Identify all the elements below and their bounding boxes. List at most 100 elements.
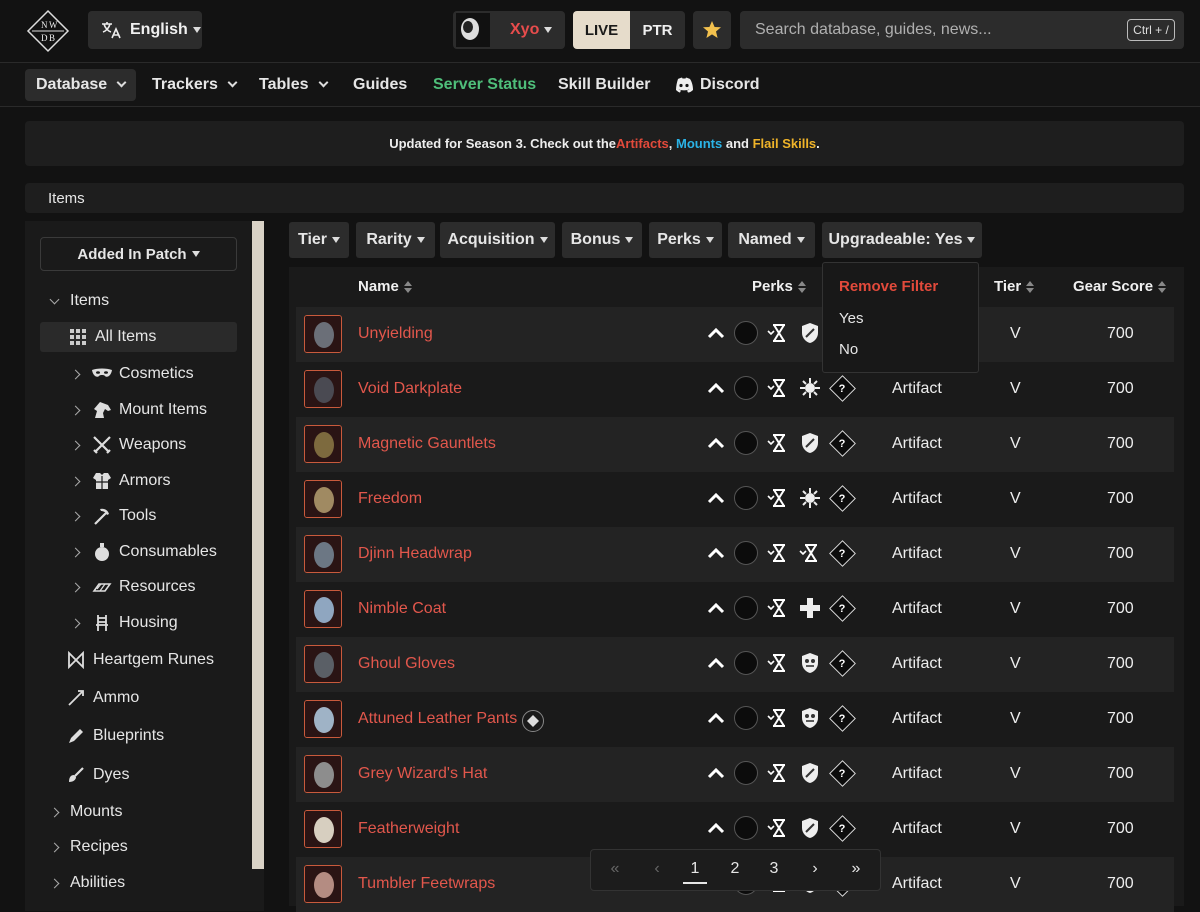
filter-upgradeable[interactable]: Upgradeable: Yes — [822, 222, 982, 258]
item-name-link[interactable]: Grey Wizard's Hat — [358, 765, 487, 783]
yes-option[interactable]: Yes — [839, 310, 863, 327]
item-name-link[interactable]: Djinn Headwrap — [358, 545, 472, 563]
filter-tier[interactable]: Tier — [289, 222, 349, 258]
table-row[interactable]: Void Darkplate? Artifact V 700 — [296, 362, 1174, 417]
remove-filter-option[interactable]: Remove Filter — [839, 278, 938, 295]
unknown-perk-icon[interactable]: ? — [828, 704, 856, 732]
item-name-link[interactable]: Featherweight — [358, 820, 459, 838]
table-row[interactable]: Freedom? Artifact V 700 — [296, 472, 1174, 527]
hour-perk-icon[interactable] — [766, 376, 790, 400]
nav-skill-builder[interactable]: Skill Builder — [558, 69, 650, 101]
item-name-link[interactable]: Void Darkplate — [358, 380, 462, 398]
table-row[interactable]: Ghoul Gloves? Artifact V 700 — [296, 637, 1174, 692]
sidebar-item-ammo[interactable]: Ammo — [65, 683, 139, 713]
sidebar-scrollbar[interactable] — [252, 221, 264, 869]
shield-perk-icon[interactable] — [798, 761, 822, 785]
table-row[interactable]: Grey Wizard's Hat? Artifact V 700 — [296, 747, 1174, 802]
page-3-button[interactable]: 3 — [762, 860, 786, 878]
filter-acquisition[interactable]: Acquisition — [440, 222, 555, 258]
sidebar-item-housing[interactable]: Housing — [70, 608, 178, 638]
filter-rarity[interactable]: Rarity — [356, 222, 435, 258]
hour-perk-icon[interactable] — [766, 431, 790, 455]
sidebar-item-all-items[interactable]: All Items — [67, 322, 156, 352]
hour-perk-icon[interactable] — [766, 706, 790, 730]
language-selector[interactable]: English — [88, 11, 202, 49]
column-gear-score[interactable]: Gear Score — [1073, 278, 1167, 295]
nav-trackers[interactable]: Trackers — [152, 69, 238, 101]
sidebar-item-cosmetics[interactable]: Cosmetics — [70, 359, 194, 389]
item-name-link[interactable]: Tumbler Feetwraps — [358, 875, 495, 893]
column-name[interactable]: Name — [358, 278, 412, 295]
sidebar-items-group[interactable]: Items — [49, 286, 109, 316]
item-name-link[interactable]: Magnetic Gauntlets — [358, 435, 496, 453]
prev-page-button[interactable]: ‹ — [645, 860, 669, 878]
hour-perk-icon[interactable] — [798, 541, 822, 565]
hour-perk-icon[interactable] — [766, 486, 790, 510]
env-live-toggle[interactable]: LIVE — [573, 11, 630, 49]
sidebar-item-resources[interactable]: Resources — [70, 572, 195, 602]
search-input[interactable] — [740, 11, 1184, 49]
table-row[interactable]: Magnetic Gauntlets? Artifact V 700 — [296, 417, 1174, 472]
nav-server-status[interactable]: Server Status — [433, 69, 536, 101]
page-1-button[interactable]: 1 — [683, 860, 707, 884]
burst-perk-icon[interactable] — [798, 486, 822, 510]
item-name-link[interactable]: Freedom — [358, 490, 422, 508]
first-page-button[interactable]: « — [603, 860, 627, 878]
flail-skills-link[interactable]: Flail Skills — [753, 136, 817, 151]
last-page-button[interactable]: » — [844, 860, 868, 878]
filter-perks[interactable]: Perks — [649, 222, 722, 258]
item-name-link[interactable]: Nimble Coat — [358, 600, 446, 618]
nav-database[interactable]: Database — [25, 69, 137, 101]
sidebar-item-blueprints[interactable]: Blueprints — [65, 721, 164, 751]
sidebar-item-mount-items[interactable]: Mount Items — [70, 395, 207, 425]
user-menu[interactable]: Xyo — [453, 11, 565, 49]
item-name-link[interactable]: Unyielding — [358, 325, 433, 343]
mounts-link[interactable]: Mounts — [676, 136, 722, 151]
shield-perk-icon[interactable] — [798, 816, 822, 840]
column-tier[interactable]: Tier — [994, 278, 1035, 295]
nav-guides[interactable]: Guides — [353, 69, 407, 101]
burst-perk-icon[interactable] — [798, 376, 822, 400]
filter-named[interactable]: Named — [728, 222, 815, 258]
sidebar-item-weapons[interactable]: Weapons — [70, 430, 186, 460]
table-row[interactable]: Djinn Headwrap? Artifact V 700 — [296, 527, 1174, 582]
hour-perk-icon[interactable] — [766, 651, 790, 675]
page-2-button[interactable]: 2 — [723, 860, 747, 878]
unknown-perk-icon[interactable]: ? — [828, 484, 856, 512]
sidebar-item-heartgem-runes[interactable]: Heartgem Runes — [65, 645, 214, 675]
shield-perk-icon[interactable] — [798, 431, 822, 455]
item-name-link[interactable]: Ghoul Gloves — [358, 655, 455, 673]
favorites-button[interactable] — [693, 11, 731, 49]
column-perks[interactable]: Perks — [752, 278, 806, 295]
sidebar-item-abilities[interactable]: Abilities — [49, 868, 125, 898]
table-row[interactable]: Attuned Leather Pants? Artifact V 700 — [296, 692, 1174, 747]
sidebar-item-mounts[interactable]: Mounts — [49, 797, 122, 827]
hour-perk-icon[interactable] — [766, 816, 790, 840]
item-name-link[interactable]: Attuned Leather Pants — [358, 710, 517, 728]
mask-perk-icon[interactable] — [798, 651, 822, 675]
cross-perk-icon[interactable] — [798, 596, 822, 620]
hour-perk-icon[interactable] — [766, 321, 790, 345]
sidebar-item-armors[interactable]: Armors — [70, 466, 171, 496]
sidebar-item-dyes[interactable]: Dyes — [65, 760, 129, 790]
mask-perk-icon[interactable] — [798, 706, 822, 730]
artifacts-link[interactable]: Artifacts — [616, 136, 669, 151]
sidebar-item-consumables[interactable]: Consumables — [70, 537, 217, 567]
table-row[interactable]: Unyielding V 700 — [296, 307, 1174, 362]
sidebar-item-tools[interactable]: Tools — [70, 501, 156, 531]
no-option[interactable]: No — [839, 341, 858, 358]
hour-perk-icon[interactable] — [766, 761, 790, 785]
unknown-perk-icon[interactable]: ? — [828, 539, 856, 567]
env-ptr-toggle[interactable]: PTR — [630, 11, 685, 49]
filter-bonus[interactable]: Bonus — [562, 222, 642, 258]
unknown-perk-icon[interactable]: ? — [828, 429, 856, 457]
table-row[interactable]: Nimble Coat? Artifact V 700 — [296, 582, 1174, 637]
nav-tables[interactable]: Tables — [259, 69, 328, 101]
shield-perk-icon[interactable] — [798, 321, 822, 345]
unknown-perk-icon[interactable]: ? — [828, 374, 856, 402]
added-in-patch-button[interactable]: Added In Patch — [40, 237, 237, 271]
unknown-perk-icon[interactable]: ? — [828, 759, 856, 787]
sidebar-item-recipes[interactable]: Recipes — [49, 832, 128, 862]
hour-perk-icon[interactable] — [766, 596, 790, 620]
nav-discord[interactable]: Discord — [674, 69, 760, 101]
